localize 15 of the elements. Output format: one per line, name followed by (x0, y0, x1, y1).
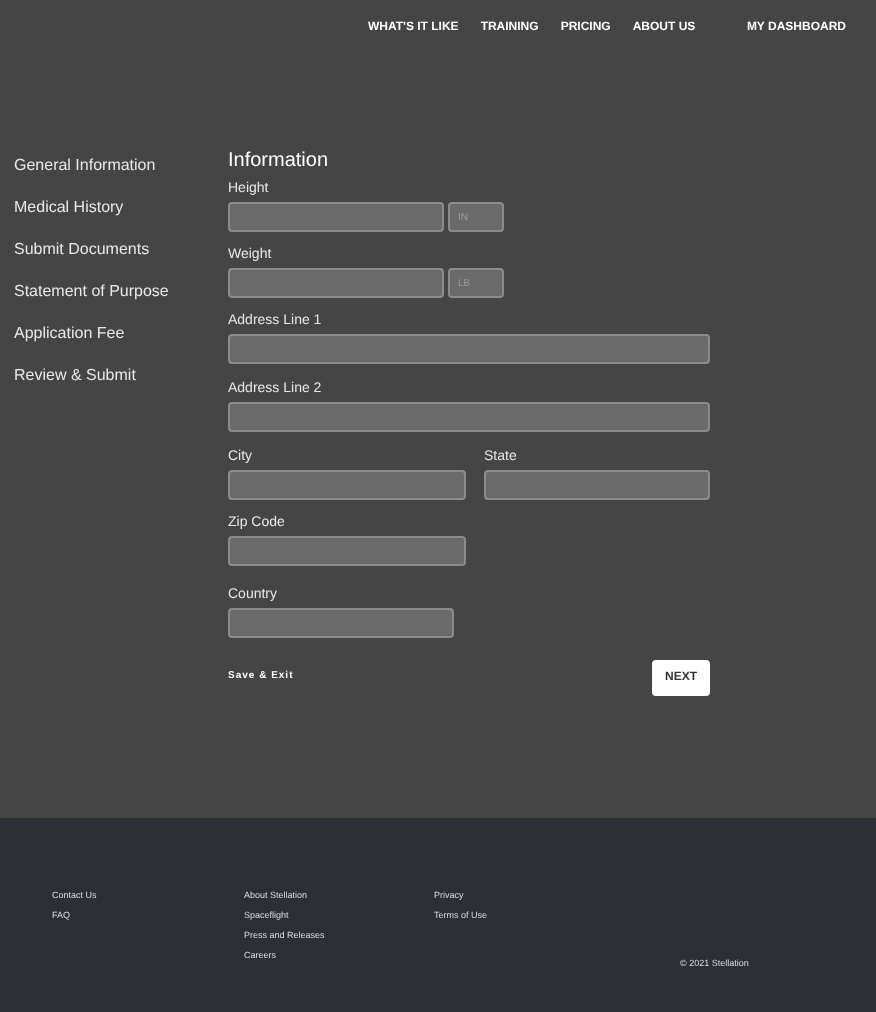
input-field[interactable] (484, 470, 710, 500)
input-field[interactable] (228, 402, 710, 432)
sidebar-item[interactable]: Application Fee (14, 322, 228, 344)
input-field[interactable] (228, 608, 454, 638)
input-field[interactable] (228, 202, 444, 232)
sidebar-item[interactable]: Submit Documents (14, 238, 228, 260)
section-title: Information (228, 148, 331, 174)
input-field[interactable] (228, 536, 466, 566)
input-field[interactable] (228, 268, 444, 298)
input-field[interactable] (228, 470, 466, 500)
sidebar-item[interactable]: Review & Submit (14, 364, 228, 386)
sidebar-item[interactable]: Medical History (14, 196, 228, 218)
input-field[interactable] (228, 334, 710, 364)
sidebar-item[interactable]: General Information (14, 154, 228, 176)
sidebar-item[interactable]: Statement of Purpose (14, 280, 228, 302)
